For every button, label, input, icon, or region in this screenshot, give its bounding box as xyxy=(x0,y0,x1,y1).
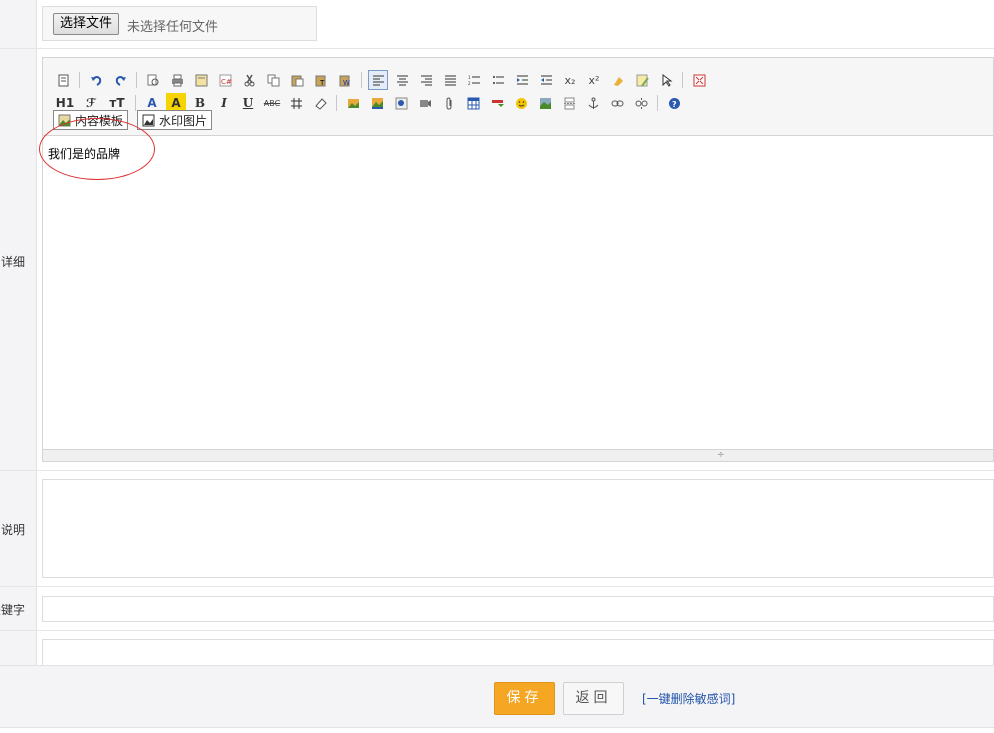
separator xyxy=(135,95,136,111)
label-column: 说明： xyxy=(0,471,37,586)
separator xyxy=(79,72,80,88)
choose-file-button[interactable]: 选择文件 xyxy=(53,13,120,35)
content-template-label: 内容模板 xyxy=(75,113,124,128)
file-row: 选择文件 未选择任何文件 xyxy=(0,0,994,49)
undo-icon[interactable] xyxy=(86,70,106,90)
separator xyxy=(136,72,137,88)
editor-row: 详细： C# T W xyxy=(0,49,994,471)
underline-button[interactable]: U xyxy=(238,93,258,113)
description-textarea[interactable] xyxy=(42,479,994,578)
strikethrough-button[interactable]: ABC xyxy=(262,93,282,113)
watermark-button[interactable]: 水印图片 xyxy=(137,110,213,130)
label-column: 详细： xyxy=(0,49,37,470)
align-right-icon[interactable] xyxy=(416,70,436,90)
select-all-icon[interactable] xyxy=(656,70,676,90)
eraser-icon[interactable] xyxy=(310,93,330,113)
link-icon[interactable] xyxy=(607,93,627,113)
superscript-icon[interactable]: x² xyxy=(584,70,604,90)
copy-icon[interactable] xyxy=(263,70,283,90)
toolbar-row-1: C# T W 12 x₂ x² xyxy=(53,70,713,90)
keyword-row: 关键字： xyxy=(0,587,994,631)
anchor-icon[interactable] xyxy=(583,93,603,113)
image-icon[interactable] xyxy=(343,93,363,113)
keyword-label: 关键字： xyxy=(0,603,25,617)
code-icon[interactable]: C# xyxy=(215,70,235,90)
resize-grip-icon[interactable]: ÷ xyxy=(717,451,725,460)
fullscreen-icon[interactable] xyxy=(689,70,709,90)
align-justify-icon[interactable] xyxy=(440,70,460,90)
svg-text:C#: C# xyxy=(221,78,232,86)
indent-icon[interactable] xyxy=(512,70,532,90)
quick-format-icon[interactable] xyxy=(632,70,652,90)
svg-text:2: 2 xyxy=(468,81,471,86)
editor-content-text: 我们是的品牌 xyxy=(48,147,121,161)
template-icon[interactable] xyxy=(191,70,211,90)
source-icon[interactable] xyxy=(53,70,73,90)
map-icon[interactable] xyxy=(535,93,555,113)
outdent-icon[interactable] xyxy=(536,70,556,90)
attachment-icon[interactable] xyxy=(439,93,459,113)
clear-format-icon[interactable] xyxy=(608,70,628,90)
align-left-icon[interactable] xyxy=(368,70,388,90)
separator xyxy=(657,95,658,111)
table-grid-icon[interactable] xyxy=(286,93,306,113)
svg-text:T: T xyxy=(319,79,325,87)
label-column xyxy=(0,631,37,666)
subscript-icon[interactable]: x₂ xyxy=(560,70,580,90)
print-icon[interactable] xyxy=(167,70,187,90)
paste-icon[interactable] xyxy=(287,70,307,90)
horizontal-rule-icon[interactable] xyxy=(487,93,507,113)
svg-text:?: ? xyxy=(672,100,677,109)
emoticon-icon[interactable] xyxy=(511,93,531,113)
multi-image-icon[interactable] xyxy=(367,93,387,113)
form: 选择文件 未选择任何文件 详细： C# xyxy=(0,0,994,733)
svg-text:1: 1 xyxy=(468,75,471,80)
editor-content-area[interactable]: 我们是的品牌 xyxy=(39,118,993,450)
italic-button[interactable]: I xyxy=(214,93,234,113)
preview-icon[interactable] xyxy=(143,70,163,90)
media-icon[interactable] xyxy=(415,93,435,113)
ordered-list-icon[interactable]: 12 xyxy=(464,70,484,90)
next-row xyxy=(0,631,994,669)
paste-word-icon[interactable]: W xyxy=(335,70,355,90)
detail-label: 详细： xyxy=(0,255,25,269)
separator xyxy=(336,95,337,111)
insert-table-icon[interactable] xyxy=(463,93,483,113)
content-template-button[interactable]: 内容模板 xyxy=(53,110,129,130)
paste-text-icon[interactable]: T xyxy=(311,70,331,90)
file-status-text: 未选择任何文件 xyxy=(127,20,219,35)
align-center-icon[interactable] xyxy=(392,70,412,90)
unlink-icon[interactable] xyxy=(631,93,651,113)
separator xyxy=(361,72,362,88)
description-row: 说明： xyxy=(0,471,994,587)
label-column xyxy=(0,0,37,48)
rich-text-editor: C# T W 12 x₂ x² H1 ℱ тT A A B I U ABC ? … xyxy=(39,57,994,462)
back-button[interactable]: 返回 xyxy=(563,682,624,715)
svg-text:W: W xyxy=(343,79,350,87)
cut-icon[interactable] xyxy=(239,70,259,90)
unordered-list-icon[interactable] xyxy=(488,70,508,90)
watermark-image-icon xyxy=(142,114,155,126)
separator xyxy=(682,72,683,88)
template-image-icon xyxy=(58,114,71,126)
page-break-icon[interactable] xyxy=(559,93,579,113)
watermark-label: 水印图片 xyxy=(159,113,208,128)
flash-icon[interactable] xyxy=(391,93,411,113)
editor-resize-bar[interactable]: ÷ xyxy=(43,449,993,461)
remove-sensitive-words-link[interactable]: [一键删除敏感词] xyxy=(642,690,735,707)
editor-toolbar: C# T W 12 x₂ x² H1 ℱ тT A A B I U ABC ? … xyxy=(43,58,993,136)
form-footer: 保存 返回 [一键删除敏感词] xyxy=(0,665,994,728)
redo-icon[interactable] xyxy=(110,70,130,90)
keyword-input[interactable] xyxy=(42,596,994,622)
description-label: 说明： xyxy=(0,523,25,537)
save-button[interactable]: 保存 xyxy=(494,682,555,715)
label-column: 关键字： xyxy=(0,587,37,630)
help-icon[interactable]: ? xyxy=(664,93,684,113)
file-input[interactable]: 选择文件 未选择任何文件 xyxy=(42,6,317,41)
